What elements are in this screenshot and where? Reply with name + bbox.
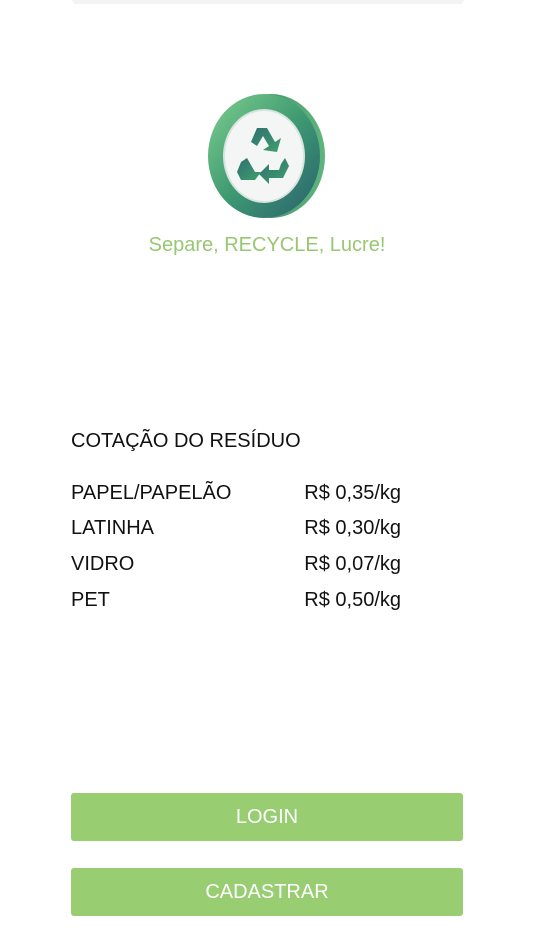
top-divider (72, 0, 464, 4)
quote-item-price: R$ 0,50/kg (304, 589, 401, 611)
quote-row: LATINHA R$ 0,30/kg (71, 517, 401, 543)
quote-title: COTAÇÃO DO RESÍDUO (71, 430, 301, 452)
login-button[interactable]: LOGIN (71, 793, 463, 841)
quote-item-price: R$ 0,35/kg (304, 482, 401, 504)
quote-item-price: R$ 0,07/kg (304, 553, 401, 575)
quote-item-price: R$ 0,30/kg (304, 517, 401, 539)
quote-item-name: VIDRO (71, 553, 135, 575)
quote-item-name: PAPEL/PAPELÃO (71, 482, 232, 504)
quote-row: VIDRO R$ 0,07/kg (71, 553, 401, 579)
quote-row: PAPEL/PAPELÃO R$ 0,35/kg (71, 482, 401, 508)
quote-row: PET R$ 0,50/kg (71, 589, 401, 615)
tagline: Separe, RECYCLE, Lucre! (148, 234, 386, 256)
home-screen: Separe, RECYCLE, Lucre! COTAÇÃO DO RESÍD… (0, 0, 534, 950)
recycle-coin-icon (208, 94, 325, 218)
register-button[interactable]: CADASTRAR (71, 868, 463, 916)
quote-item-name: LATINHA (71, 517, 154, 539)
quote-item-name: PET (71, 589, 110, 611)
